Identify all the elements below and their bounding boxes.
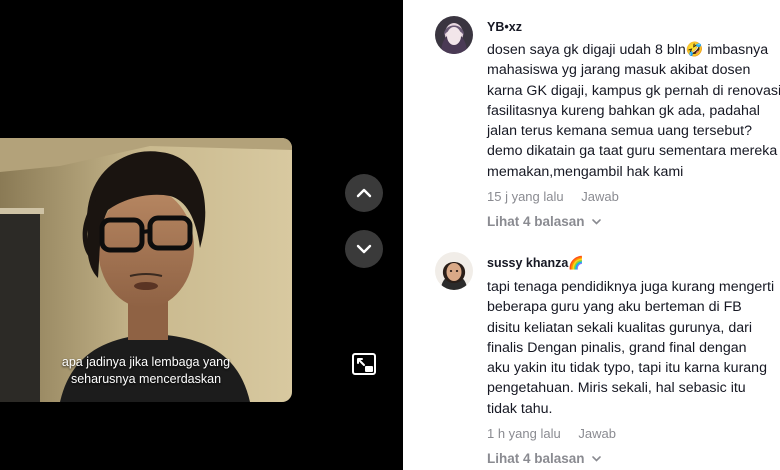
comment-text-line: aku yakin itu tidak typo, tapi itu karna… [487,360,767,377]
picture-in-picture-button[interactable] [348,348,380,380]
comment-text-line: tidak tahu. [487,400,553,417]
comment-body: sussy khanza🌈 tapi tenaga pendidiknya ju… [487,256,780,466]
comment-text-line: karna GK digaji, kampus gk pernah di ren… [487,82,780,99]
comment-text: tapi tenaga pendidiknya juga kurang meng… [487,277,780,419]
comment-text-line: jalan terus kemana semua uang tersebut? [487,123,752,140]
comment-body: YB•xz dosen saya gk digaji udah 8 bln🤣 i… [487,20,780,229]
caption-line: seharusnya mencerdaskan [70,372,222,386]
comment-text-line: tapi tenaga pendidiknya juga kurang meng… [487,279,775,295]
caption-line: apa jadinya jika lembaga yang [61,355,231,369]
comment-text-line: memakan,mengambil hak kami [487,163,684,180]
video-player[interactable]: apa jadinya jika lembaga yang seharusnya… [0,0,403,470]
chevron-down-icon [591,456,601,462]
comment-meta: 15 j yang lalu Jawab [487,189,780,204]
next-video-button[interactable] [345,230,383,268]
comment-text-line: dosen saya gk digaji udah 8 bln🤣 imbasny… [487,42,769,58]
picture-in-picture-icon [352,353,376,375]
comment-meta: 1 h yang lalu Jawab [487,426,780,441]
chevron-up-icon [356,188,372,198]
avatar-image [435,16,473,54]
comment-timestamp: 15 j yang lalu [487,189,564,205]
view-replies-button[interactable]: Lihat 4 balasan [487,214,780,229]
comment-text-line: disitu keliatan sekali kualitas gurunya,… [487,319,752,336]
comment-username[interactable]: YB•xz [487,20,780,34]
chevron-down-icon [591,219,601,225]
comments-panel[interactable]: YB•xz dosen saya gk digaji udah 8 bln🤣 i… [403,0,780,470]
avatar-image [435,252,473,290]
avatar[interactable] [435,252,473,290]
comment-text-line: beberapa guru yang aku berteman di FB [487,299,742,316]
comment-text-line: pengetahuan. Miris sekali, hal sebasic i… [487,380,746,397]
comment-text: dosen saya gk digaji udah 8 bln🤣 imbasny… [487,40,780,182]
comment-text-line: demo dikatain ga taat guru sementara mer… [487,143,778,160]
view-replies-button[interactable]: Lihat 4 balasan [487,451,780,466]
avatar[interactable] [435,16,473,54]
comment-text-line: mahasiswa yg jarang masuk akibat dosen [487,62,751,79]
view-replies-label: Lihat 4 balasan [487,214,585,230]
reply-button[interactable]: Jawab [578,426,616,441]
video-caption: apa jadinya jika lembaga yang seharusnya… [0,354,292,388]
reply-button[interactable]: Jawab [581,189,619,204]
comment-text-line: fasilitasnya kureng bahkan gk ada, padah… [487,102,760,119]
comment-text-line: finalis Dengan pinalis, grand final deng… [487,339,747,356]
comment-username[interactable]: sussy khanza🌈 [487,256,780,271]
chevron-down-icon [356,244,372,254]
comment-timestamp: 1 h yang lalu [487,426,561,442]
view-replies-label: Lihat 4 balasan [487,451,585,467]
previous-video-button[interactable] [345,174,383,212]
